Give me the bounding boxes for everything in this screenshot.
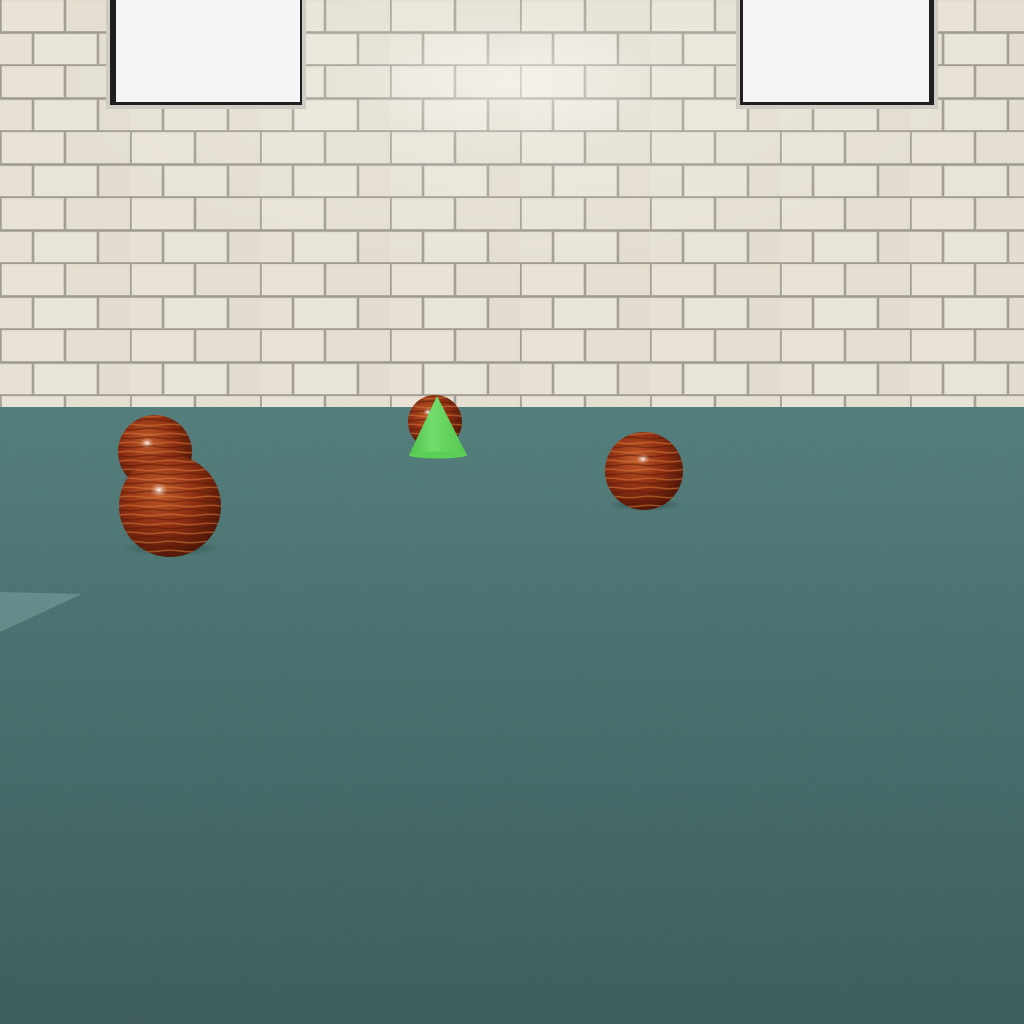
- scene-render: [0, 0, 1024, 1024]
- window-left: [106, 0, 306, 109]
- window-right: [736, 0, 938, 109]
- game-viewport[interactable]: [0, 0, 1024, 1024]
